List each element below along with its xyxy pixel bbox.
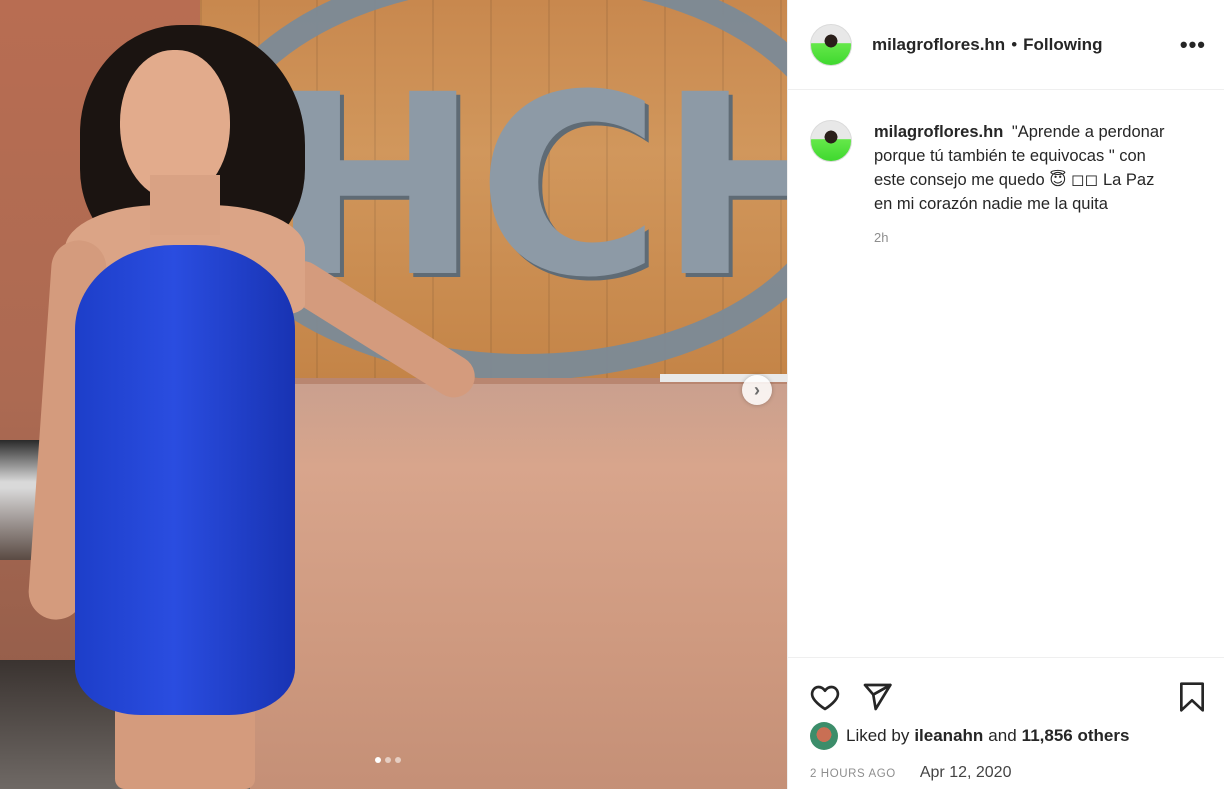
carousel-dot-3 [395,757,401,763]
author-info: milagroflores.hn • Following [872,35,1102,55]
paper-plane-icon[interactable] [860,680,894,714]
carousel-dot-2 [385,757,391,763]
carousel-dots [375,757,401,763]
bookmark-icon[interactable] [1175,680,1209,714]
likes-summary: Liked by ileanahn and 11,856 others [788,718,1224,750]
separator-dot: • [1011,34,1018,54]
action-bar [788,658,1224,718]
author-username[interactable]: milagroflores.hn [872,35,1005,55]
author-avatar[interactable] [810,23,852,66]
caption-block: milagroflores.hn "Aprende a perdonar por… [788,90,1224,245]
likes-joiner: and [988,726,1017,745]
caption-time-ago: 2h [874,230,889,245]
heart-icon[interactable] [808,680,842,714]
others-likes-link[interactable]: 11,856 others [1022,726,1130,746]
relative-timestamp[interactable]: 2 HOURS AGO [810,768,896,780]
absolute-date: Apr 12, 2020 [919,764,1012,781]
likes-prefix: Liked by [846,726,910,745]
post-dates: 2 HOURS AGO Apr 12, 2020 [788,750,1224,782]
first-liker-link[interactable]: ileanahn [914,726,983,746]
post-side-panel: milagroflores.hn • Following ••• milagro… [787,0,1224,789]
reception-desk [250,378,787,789]
caption-username[interactable]: milagroflores.hn [874,123,1003,141]
blue-dress [75,245,295,715]
following-button[interactable]: Following [1023,35,1102,55]
caption-author-avatar[interactable] [810,120,852,162]
actions-section: Liked by ileanahn and 11,856 others 2 HO… [788,657,1224,782]
person-neck [150,175,220,235]
wall-logo-text: HCH [270,41,787,332]
more-options-icon[interactable]: ••• [1180,32,1206,58]
carousel-next-button[interactable]: › [742,375,772,405]
post-header: milagroflores.hn • Following ••• [788,0,1224,90]
caption-text-block: milagroflores.hn "Aprende a perdonar por… [874,120,1174,216]
liker-avatar[interactable] [810,722,838,750]
caption-body: milagroflores.hn "Aprende a perdonar por… [874,120,1174,245]
post-photo[interactable]: HCH › [0,0,787,789]
carousel-dot-1 [375,757,381,763]
